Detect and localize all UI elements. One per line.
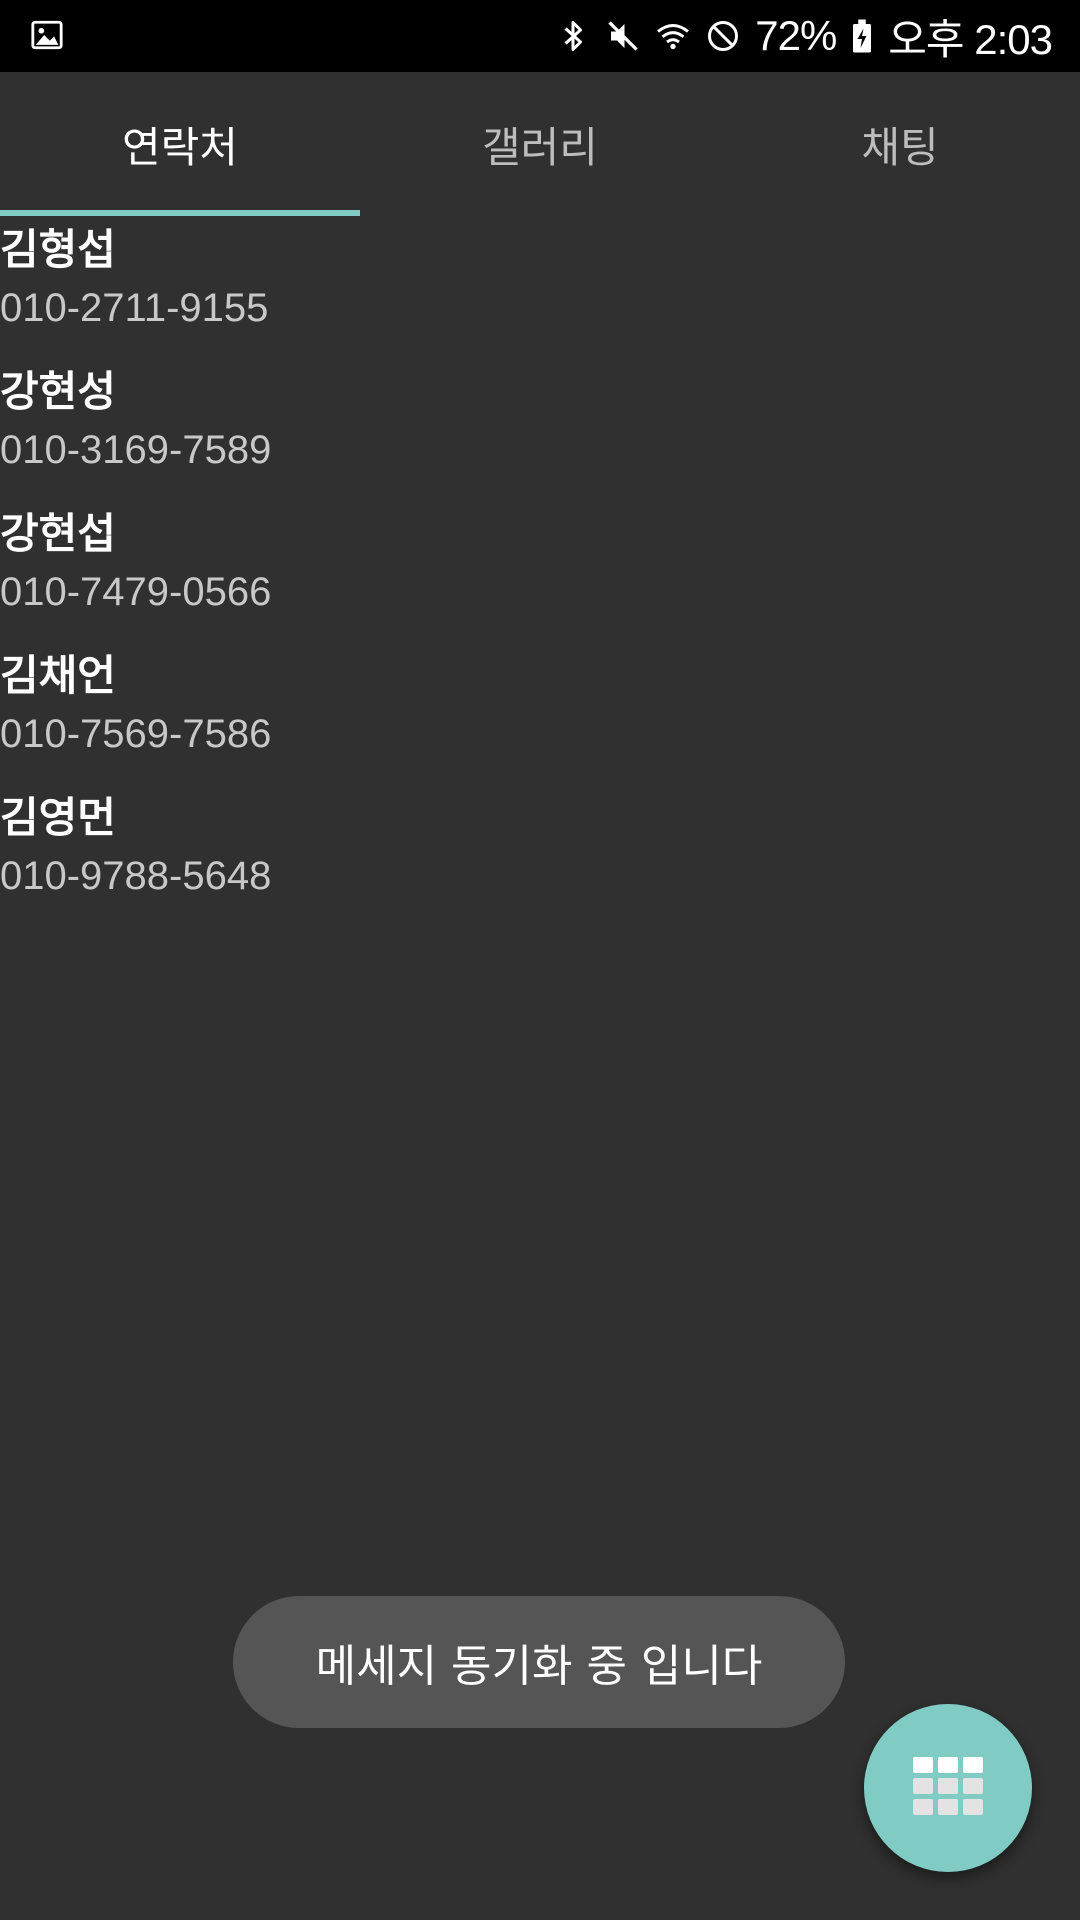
contact-list: 김형섭 010-2711-9155 강현성 010-3169-7589 강현섭 … bbox=[0, 216, 1080, 926]
status-time: 오후 2:03 bbox=[888, 15, 1053, 63]
tab-bar: 연락처 갤러리 채팅 bbox=[0, 72, 1080, 216]
list-item[interactable]: 김형섭 010-2711-9155 bbox=[0, 216, 1080, 358]
contact-name: 강현섭 bbox=[0, 509, 116, 558]
contact-name: 김영먼 bbox=[0, 793, 116, 842]
do-not-disturb-icon bbox=[708, 21, 739, 51]
status-icons: 72% 오후 2:03 bbox=[555, 0, 1053, 72]
mute-icon bbox=[608, 21, 638, 51]
dialpad-fab-button[interactable] bbox=[864, 1704, 1032, 1872]
contact-phone: 010-7479-0566 bbox=[0, 570, 272, 614]
list-item[interactable]: 강현성 010-3169-7589 bbox=[0, 358, 1080, 500]
bluetooth-icon bbox=[564, 21, 583, 51]
image-icon bbox=[31, 20, 63, 50]
contact-phone: 010-7569-7586 bbox=[0, 712, 272, 756]
tab-label: 갤러리 bbox=[482, 122, 598, 172]
sync-toast: 메세지 동기화 중 입니다 bbox=[233, 1596, 845, 1728]
tab-gallery[interactable]: 갤러리 bbox=[360, 72, 720, 216]
contact-phone: 010-3169-7589 bbox=[0, 428, 272, 472]
dialpad-grid-icon bbox=[913, 1757, 983, 1819]
contact-phone: 010-9788-5648 bbox=[0, 854, 272, 898]
list-item[interactable]: 강현섭 010-7479-0566 bbox=[0, 500, 1080, 642]
wifi-icon bbox=[657, 24, 690, 50]
tab-chat[interactable]: 채팅 bbox=[720, 72, 1080, 216]
battery-percent: 72% bbox=[755, 12, 837, 59]
battery-charging-icon bbox=[853, 19, 872, 53]
tab-label: 연락처 bbox=[122, 122, 238, 172]
app-screen: 72% 오후 2:03 연락처 갤러리 채팅 김형섭 010-2711-9155 bbox=[0, 0, 1080, 1920]
tab-contacts[interactable]: 연락처 bbox=[0, 72, 360, 216]
tab-label: 채팅 bbox=[861, 122, 939, 172]
contact-name: 강현성 bbox=[0, 367, 116, 416]
contact-phone: 010-2711-9155 bbox=[0, 286, 269, 330]
list-item[interactable]: 김영먼 010-9788-5648 bbox=[0, 784, 1080, 926]
contact-name: 김형섭 bbox=[0, 225, 116, 274]
list-item[interactable]: 김채언 010-7569-7586 bbox=[0, 642, 1080, 784]
contact-name: 김채언 bbox=[0, 651, 116, 700]
status-bar: 72% 오후 2:03 bbox=[0, 0, 1080, 72]
